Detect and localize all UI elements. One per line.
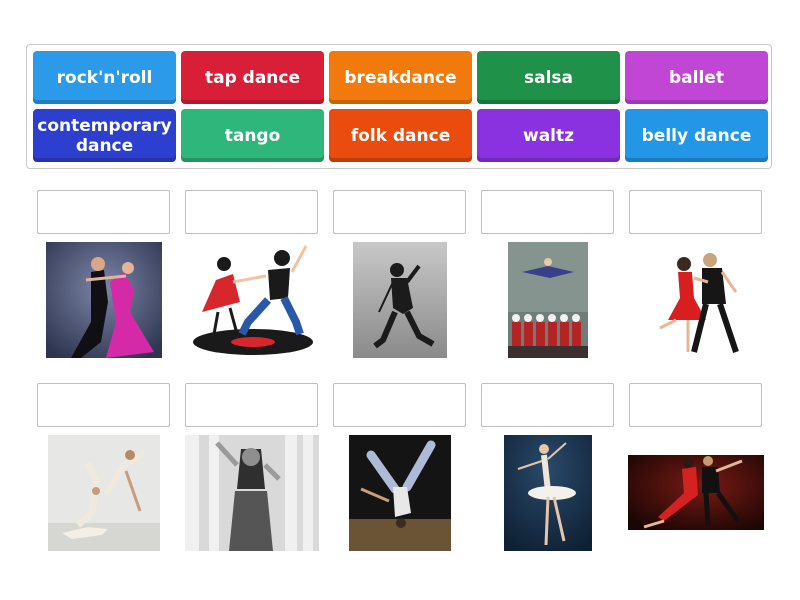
drop-box-7[interactable] <box>185 383 318 427</box>
drop-box-5[interactable] <box>629 190 762 234</box>
folk-dance-image <box>508 242 588 358</box>
drop-box-6[interactable] <box>37 383 170 427</box>
contemporary-dance-image <box>48 435 160 551</box>
tile-breakdance[interactable]: breakdance <box>329 51 472 104</box>
tile-tap-dance[interactable]: tap dance <box>181 51 324 104</box>
tile-tango[interactable]: tango <box>181 109 324 162</box>
drop-box-9[interactable] <box>481 383 614 427</box>
tile-belly-dance[interactable]: belly dance <box>625 109 768 162</box>
tile-contemporary-dance[interactable]: contemporary dance <box>33 109 176 162</box>
tile-waltz[interactable]: waltz <box>477 109 620 162</box>
drop-box-2[interactable] <box>185 190 318 234</box>
belly-dance-image <box>185 435 319 551</box>
tile-folk-dance[interactable]: folk dance <box>329 109 472 162</box>
tap-dance-image <box>353 242 447 358</box>
drop-box-3[interactable] <box>333 190 466 234</box>
waltz-image <box>46 242 162 358</box>
tile-ballet[interactable]: ballet <box>625 51 768 104</box>
answer-bank: rock'n'roll tap dance breakdance salsa b… <box>26 44 772 169</box>
rock-n-roll-image <box>188 242 316 358</box>
ballet-image <box>504 435 592 551</box>
drop-box-4[interactable] <box>481 190 614 234</box>
tango-image <box>628 455 764 530</box>
salsa-image <box>648 248 744 358</box>
drop-box-1[interactable] <box>37 190 170 234</box>
tile-rock-n-roll[interactable]: rock'n'roll <box>33 51 176 104</box>
breakdance-image <box>349 435 451 551</box>
drop-box-10[interactable] <box>629 383 762 427</box>
drop-box-8[interactable] <box>333 383 466 427</box>
tile-salsa[interactable]: salsa <box>477 51 620 104</box>
